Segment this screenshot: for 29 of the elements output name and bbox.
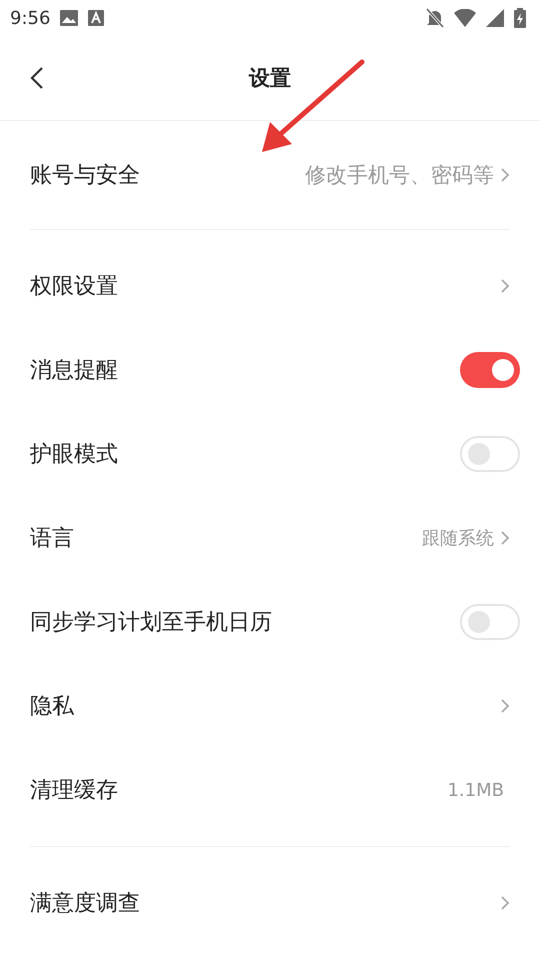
- setting-label[interactable]: 语言: [30, 523, 422, 553]
- chevron-icon: [500, 895, 510, 911]
- setting-value: 1.1MB: [447, 780, 504, 800]
- signal-icon: [486, 9, 504, 27]
- chevron-icon: [500, 278, 510, 294]
- setting-label[interactable]: 护眼模式: [30, 439, 460, 469]
- toggle-switch[interactable]: [460, 604, 520, 640]
- toggle-switch[interactable]: [460, 436, 520, 472]
- setting-label[interactable]: 清理缓存: [30, 775, 448, 805]
- chevron-icon: [500, 530, 510, 546]
- font-icon: [88, 10, 104, 26]
- status-time: 9:56: [10, 8, 50, 28]
- battery-charging-icon: [514, 8, 526, 28]
- setting-label[interactable]: 满意度调查: [30, 888, 500, 918]
- chevron-icon: [500, 698, 510, 714]
- chevron-icon: [500, 167, 510, 183]
- wifi-icon: [454, 9, 476, 27]
- setting-label[interactable]: 权限设置: [30, 271, 500, 301]
- setting-label[interactable]: 账号与安全: [30, 160, 305, 190]
- back-icon[interactable]: [30, 66, 44, 90]
- toggle-switch[interactable]: [460, 352, 520, 388]
- setting-value: 跟随系统: [422, 527, 494, 550]
- setting-label[interactable]: 同步学习计划至手机日历: [30, 607, 460, 637]
- image-icon: [60, 10, 78, 26]
- setting-label[interactable]: 消息提醒: [30, 355, 460, 385]
- page-title: 设置: [249, 65, 291, 92]
- setting-label[interactable]: 隐私: [30, 691, 500, 721]
- setting-value: 修改手机号、密码等: [305, 162, 494, 189]
- bell-off-icon: [426, 8, 444, 28]
